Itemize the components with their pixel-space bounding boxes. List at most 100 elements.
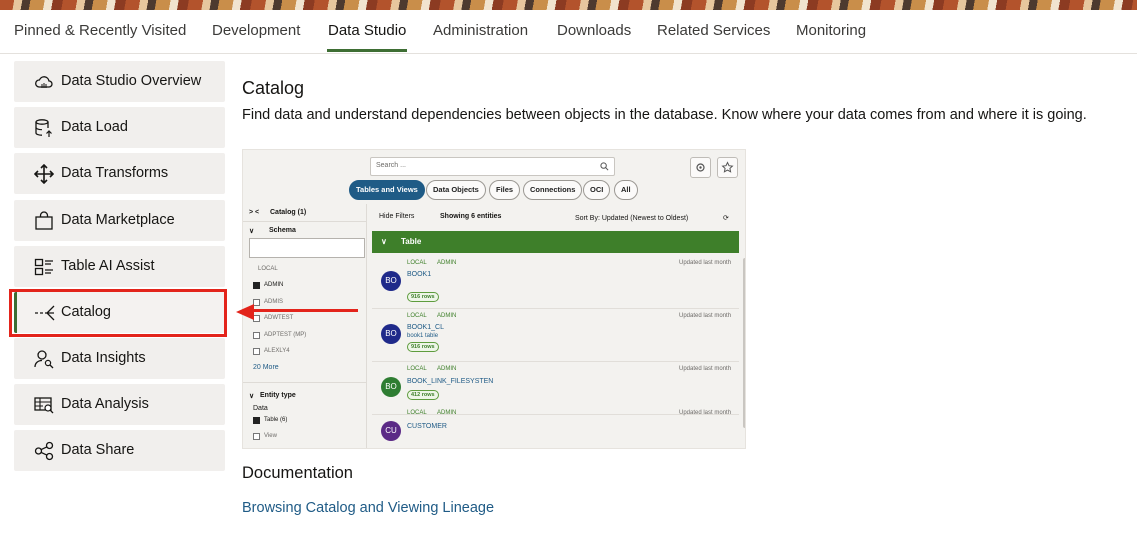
entity-name: BOOK1_CL xyxy=(407,324,444,331)
preview-local-label: LOCAL xyxy=(258,266,278,272)
preview-more-link: 20 More xyxy=(253,364,279,371)
database-upload-icon xyxy=(34,118,54,138)
sidebar-item-data-load[interactable]: Data Load xyxy=(14,107,225,148)
preview-entity-row: LOCAL ADMIN Updated last month BO BOOK1_… xyxy=(372,309,739,362)
header-banner xyxy=(0,0,1137,10)
move-arrows-icon xyxy=(33,163,55,185)
user-search-icon xyxy=(34,349,54,369)
entity-subtitle: book1 table xyxy=(407,333,439,339)
entity-updated: Updated last month xyxy=(679,410,732,416)
catalog-preview-image: Search ... Tables and Views Data Objects… xyxy=(242,149,746,449)
documentation-heading: Documentation xyxy=(242,464,353,482)
avatar: BO xyxy=(381,377,401,397)
entity-owner: ADMIN xyxy=(437,313,457,319)
sidebar-item-label: Data Transforms xyxy=(61,165,169,181)
avatar: BO xyxy=(381,271,401,291)
sidebar-item-data-transforms[interactable]: Data Transforms xyxy=(14,153,225,194)
avatar: BO xyxy=(381,324,401,344)
entity-updated: Updated last month xyxy=(679,313,732,319)
star-icon xyxy=(717,157,738,178)
tab-downloads[interactable]: Downloads xyxy=(557,22,631,39)
top-tab-bar: Pinned & Recently Visited Development Da… xyxy=(0,10,1137,54)
preview-filter-all: All xyxy=(614,180,638,200)
entity-source: LOCAL xyxy=(407,410,427,416)
preview-filter-data-objects: Data Objects xyxy=(426,180,486,200)
page-title: Catalog xyxy=(242,78,305,98)
sidebar-item-label: Catalog xyxy=(61,304,111,320)
preview-hide-filters: Hide Filters xyxy=(379,213,415,220)
catalog-icon xyxy=(34,303,55,323)
row-count-badge: 412 rows xyxy=(407,390,439,400)
entity-name: CUSTOMER xyxy=(407,423,447,430)
entity-owner: ADMIN xyxy=(437,366,457,372)
entity-owner: ADMIN xyxy=(437,410,457,416)
search-icon xyxy=(600,162,609,171)
preview-entity-option: Table (6) xyxy=(264,417,288,423)
preview-entity-option: View xyxy=(264,433,277,439)
preview-group-label: Table xyxy=(401,237,422,246)
entity-name: BOOK1 xyxy=(407,271,432,278)
sidebar-item-label: Data Insights xyxy=(61,350,146,366)
cloud-icon xyxy=(34,72,54,92)
red-arrow-annotation xyxy=(236,304,358,320)
preview-table-group-header: ∨ Table xyxy=(372,231,739,253)
entity-source: LOCAL xyxy=(407,260,427,266)
row-count-badge: 916 rows xyxy=(407,292,439,302)
sidebar-item-label: Table AI Assist xyxy=(61,258,155,274)
preview-schema-search xyxy=(249,238,365,258)
preview-results-panel: Hide Filters Showing 6 entities Sort By:… xyxy=(370,204,745,448)
sidebar-item-data-analysis[interactable]: Data Analysis xyxy=(14,384,225,425)
refresh-icon: ⟳ xyxy=(723,215,729,222)
preview-search-field: Search ... xyxy=(370,157,615,176)
sidebar-item-table-ai-assist[interactable]: Table AI Assist xyxy=(14,246,225,287)
documentation-link[interactable]: Browsing Catalog and Viewing Lineage xyxy=(242,500,494,516)
preview-scrollbar xyxy=(743,258,745,428)
sidebar-item-label: Data Analysis xyxy=(61,396,149,412)
entity-name: BOOK_LINK_FILESYSTEN xyxy=(407,378,494,385)
shopping-bag-icon xyxy=(34,211,54,231)
tab-data-studio[interactable]: Data Studio xyxy=(326,22,408,52)
preview-schema-option: ALEXLY4 xyxy=(264,348,290,354)
preview-schema-option: ADPTEST (MP) xyxy=(264,332,307,338)
preview-search-placeholder: Search ... xyxy=(376,162,406,169)
preview-sort-by: Sort By: Updated (Newest to Oldest) xyxy=(575,215,689,222)
preview-entity-row: LOCAL ADMIN Updated last month CU CUSTOM… xyxy=(372,406,739,448)
preview-catalog-label: Catalog (1) xyxy=(270,209,307,216)
gear-icon xyxy=(690,157,711,178)
sidebar-item-label: Data Share xyxy=(61,442,135,458)
preview-filter-connections: Connections xyxy=(523,180,583,200)
preview-schema-label: Schema xyxy=(269,227,296,234)
tab-pinned-recently-visited[interactable]: Pinned & Recently Visited xyxy=(14,22,186,39)
sidebar-item-label: Data Load xyxy=(61,119,128,135)
sidebar-item-data-insights[interactable]: Data Insights xyxy=(14,338,225,379)
table-list-icon xyxy=(34,257,54,277)
sidebar-item-label: Data Studio Overview xyxy=(61,73,202,89)
tab-related-services[interactable]: Related Services xyxy=(657,22,770,39)
entity-source: LOCAL xyxy=(407,313,427,319)
tab-monitoring[interactable]: Monitoring xyxy=(796,22,866,39)
entity-owner: ADMIN xyxy=(437,260,457,266)
preview-data-label: Data xyxy=(253,405,268,412)
avatar: CU xyxy=(381,421,401,441)
sidebar-item-data-studio-overview[interactable]: Data Studio Overview xyxy=(14,61,225,102)
preview-entity-type-label: Entity type xyxy=(260,392,296,399)
preview-filter-panel: > < Catalog (1) ∨ Schema LOCAL ADMIN ADM… xyxy=(243,204,367,448)
preview-filter-tables-views: Tables and Views xyxy=(349,180,425,200)
sidebar-item-data-marketplace[interactable]: Data Marketplace xyxy=(14,200,225,241)
entity-source: LOCAL xyxy=(407,366,427,372)
tab-administration[interactable]: Administration xyxy=(433,22,528,39)
row-count-badge: 916 rows xyxy=(407,342,439,352)
preview-entity-row: LOCAL ADMIN Updated last month BO BOOK1 … xyxy=(372,256,739,309)
share-icon xyxy=(34,441,54,461)
sidebar-item-catalog[interactable]: Catalog xyxy=(14,292,225,333)
table-search-icon xyxy=(34,395,54,415)
preview-filter-oci: OCI xyxy=(583,180,611,200)
sidebar-item-data-share[interactable]: Data Share xyxy=(14,430,225,471)
preview-showing-count: Showing 6 entities xyxy=(440,213,502,220)
sidebar-item-label: Data Marketplace xyxy=(61,212,175,228)
entity-updated: Updated last month xyxy=(679,260,732,266)
preview-filter-files: Files xyxy=(489,180,521,200)
preview-schema-option: ADMIN xyxy=(264,282,284,288)
tab-development[interactable]: Development xyxy=(212,22,300,39)
entity-updated: Updated last month xyxy=(679,366,732,372)
